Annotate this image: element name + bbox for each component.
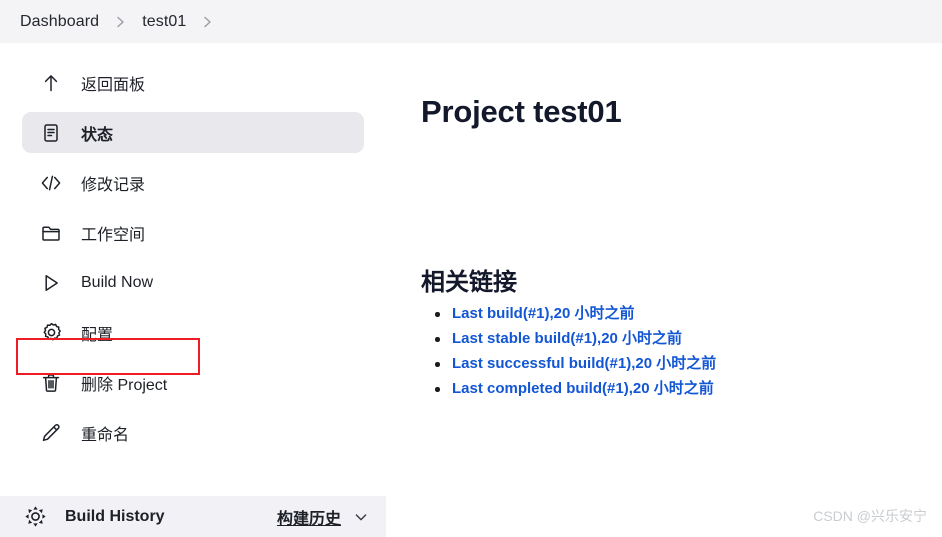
build-history-title: Build History: [65, 507, 165, 525]
sidebar-item-changes[interactable]: 修改记录: [22, 162, 364, 203]
sidebar-item-workspace[interactable]: 工作空间: [22, 212, 364, 253]
sidebar-item-back-to-dashboard[interactable]: 返回面板: [22, 62, 364, 103]
link-last-stable-build[interactable]: Last stable build(#1),20 小时之前: [452, 330, 682, 347]
breadcrumb-item-dashboard[interactable]: Dashboard: [20, 13, 99, 31]
chevron-right-icon: [115, 15, 126, 29]
link-last-successful-build[interactable]: Last successful build(#1),20 小时之前: [452, 355, 716, 372]
sidebar-item-label: 返回面板: [81, 76, 146, 94]
play-icon: [38, 270, 64, 296]
sidebar-item-rename[interactable]: 重命名: [22, 412, 364, 453]
folder-icon: [38, 220, 64, 246]
link-last-build[interactable]: Last build(#1),20 小时之前: [452, 305, 635, 322]
sidebar-nav: 返回面板 状态 修改记录 工作空间 Build Now 配置 删除 Projec…: [0, 62, 386, 462]
sidebar-item-delete-project[interactable]: 删除 Project: [22, 362, 364, 403]
sidebar-item-label: 删除 Project: [81, 376, 168, 394]
page-body: 返回面板 状态 修改记录 工作空间 Build Now 配置 删除 Projec…: [0, 43, 942, 537]
sidebar: 返回面板 状态 修改记录 工作空间 Build Now 配置 删除 Projec…: [0, 43, 386, 537]
related-links-heading: 相关链接: [421, 268, 517, 296]
watermark: CSDN @兴乐安宁: [813, 508, 927, 524]
link-last-completed-build[interactable]: Last completed build(#1),20 小时之前: [452, 380, 714, 397]
related-links-list: Last build(#1),20 小时之前 Last stable build…: [421, 301, 716, 401]
sidebar-item-status[interactable]: 状态: [22, 112, 364, 153]
sidebar-item-label: 重命名: [81, 426, 130, 444]
breadcrumb: Dashboard test01: [0, 0, 942, 43]
sidebar-item-label: 修改记录: [81, 176, 146, 194]
chevron-down-icon[interactable]: [353, 509, 369, 525]
sun-icon: [22, 504, 48, 530]
list-item: Last build(#1),20 小时之前: [434, 301, 716, 326]
main-content: Project test01 相关链接 Last build(#1),20 小时…: [386, 43, 942, 537]
page-title: Project test01: [421, 93, 622, 129]
build-history-footer[interactable]: Build History 构建历史: [0, 496, 386, 537]
sidebar-item-label: 工作空间: [81, 226, 146, 244]
build-history-link[interactable]: 构建历史: [277, 505, 341, 529]
list-item: Last stable build(#1),20 小时之前: [434, 326, 716, 351]
pencil-icon: [38, 420, 64, 446]
sidebar-item-label: 状态: [81, 126, 114, 144]
sidebar-item-configure[interactable]: 配置: [22, 312, 364, 353]
list-item: Last completed build(#1),20 小时之前: [434, 376, 716, 401]
chevron-right-icon: [202, 15, 213, 29]
gear-icon: [38, 320, 64, 346]
breadcrumb-item-test01[interactable]: test01: [142, 13, 186, 31]
arrow-up-icon: [38, 70, 64, 96]
code-brackets-icon: [38, 170, 64, 196]
sidebar-item-label: Build Now: [81, 273, 154, 291]
list-item: Last successful build(#1),20 小时之前: [434, 351, 716, 376]
sidebar-item-label: 配置: [81, 326, 114, 344]
sidebar-item-build-now[interactable]: Build Now: [22, 262, 364, 303]
trash-icon: [38, 370, 64, 396]
document-icon: [38, 120, 64, 146]
build-history-controls: 构建历史: [277, 505, 369, 529]
